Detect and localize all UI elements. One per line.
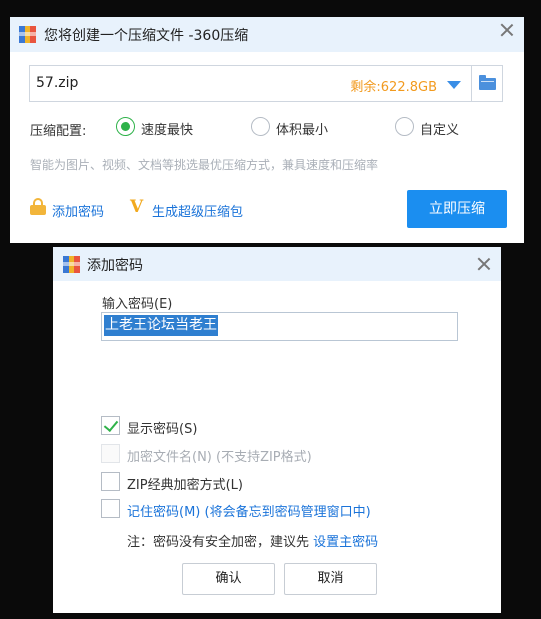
password-input-label: 输入密码(E) <box>102 297 173 312</box>
close-icon[interactable] <box>476 256 492 272</box>
add-password-dialog: 添加密码 输入密码(E) 上老王论坛当老王 显示密码(S) 加密文件名(N) (… <box>53 247 501 613</box>
confirm-button[interactable]: 确认 <box>182 563 275 595</box>
add-password-dialog-title: 添加密码 <box>87 258 143 274</box>
compress-now-button[interactable]: 立即压缩 <box>407 190 507 228</box>
radio-circle[interactable] <box>395 117 414 136</box>
checkbox-box[interactable] <box>101 416 120 435</box>
archive-path-input[interactable]: 57.zip 剩余:622.8GB <box>29 65 471 102</box>
security-note: 注：密码没有安全加密，建议先 设置主密码 <box>127 531 378 550</box>
radio-circle[interactable] <box>116 117 135 136</box>
close-icon[interactable] <box>499 22 515 38</box>
folder-icon <box>479 75 496 90</box>
compress-hint: 智能为图片、视频、文档等挑选最优压缩方式，兼具速度和压缩率 <box>30 158 379 172</box>
checkbox-box[interactable] <box>101 444 120 463</box>
browse-folder-button[interactable] <box>471 65 503 102</box>
compress-window-titlebar[interactable]: 您将创建一个压缩文件 -360压缩 <box>10 17 524 52</box>
radio-circle[interactable] <box>251 117 270 136</box>
checkbox-box[interactable] <box>101 499 120 518</box>
add-password-dialog-titlebar[interactable]: 添加密码 <box>53 247 501 281</box>
free-space-label: 剩余:622.8GB <box>350 80 437 95</box>
super-compress-link[interactable]: 生成超级压缩包 <box>152 201 243 220</box>
radio-label[interactable]: 自定义 <box>420 119 459 138</box>
archive-app-icon <box>63 256 80 273</box>
security-note-text: 注：密码没有安全加密，建议先 <box>127 535 314 550</box>
password-input-value[interactable]: 上老王论坛当老王 <box>104 315 218 336</box>
checkbox-label[interactable]: 加密文件名(N) (不支持ZIP格式) <box>127 446 312 465</box>
radio-label[interactable]: 速度最快 <box>141 119 193 138</box>
archive-path-value[interactable]: 57.zip <box>36 75 78 91</box>
cancel-button[interactable]: 取消 <box>284 563 377 595</box>
compress-window-title: 您将创建一个压缩文件 -360压缩 <box>44 28 249 44</box>
compress-window: 您将创建一个压缩文件 -360压缩 57.zip 剩余:622.8GB 压缩配置… <box>10 17 524 243</box>
checkbox-label[interactable]: 显示密码(S) <box>127 418 197 437</box>
password-input[interactable]: 上老王论坛当老王 <box>101 312 458 341</box>
lock-icon <box>30 198 46 215</box>
chevron-down-icon[interactable] <box>447 81 461 89</box>
set-master-password-link[interactable]: 设置主密码 <box>313 535 378 550</box>
add-password-link[interactable]: 添加密码 <box>52 201 104 220</box>
radio-label[interactable]: 体积最小 <box>276 119 328 138</box>
super-compress-icon: V <box>130 197 144 217</box>
compress-config-label: 压缩配置: <box>30 124 87 139</box>
checkbox-box[interactable] <box>101 472 120 491</box>
checkbox-label[interactable]: 记住密码(M) (将会备忘到密码管理窗口中) <box>127 501 371 520</box>
checkbox-label[interactable]: ZIP经典加密方式(L) <box>127 474 243 493</box>
archive-app-icon <box>19 26 36 43</box>
